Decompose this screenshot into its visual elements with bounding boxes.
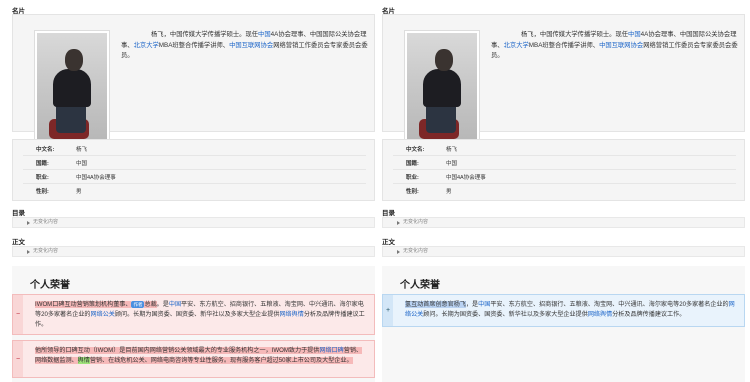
right-pane: 名片 杨飞，中国传媒大学传播学硕士。现任中国4A协会理事、中国国际公关协会理事、… (378, 0, 745, 382)
link-china[interactable]: 中国 (169, 301, 181, 308)
link-china[interactable]: 中国 (258, 31, 271, 38)
link-pr[interactable]: 网络公关 (91, 311, 115, 318)
intro-text: 杨飞，中国传媒大学传播学硕士。现任中国4A协会理事、中国国际公关协会理事、北京大… (121, 31, 368, 59)
expand-triangle-icon (27, 250, 30, 254)
profile-card: 杨飞，中国传媒大学传播学硕士。现任中国4A协会理事、中国国际公关协会理事、北京大… (382, 14, 745, 142)
left-pane: 名片 杨飞，中国传媒大学传播学硕士。现任中国4A协会理事、中国国际公关协会理事、… (8, 0, 375, 382)
info-box: 中文名: 杨飞 国籍: 中国 职业: 中国4A协会理事 性别: 男 (382, 139, 745, 201)
info-row-job: 职业: 中国4A协会理事 (406, 175, 486, 181)
body-label: 正文 (12, 239, 25, 246)
info-row-name: 中文名: 杨飞 (36, 147, 88, 153)
toc-label: 目录 (382, 210, 395, 217)
info-row-gender: 性别: 男 (36, 189, 82, 195)
intro-text: 杨飞，中国传媒大学传播学硕士。现任中国4A协会理事、中国国际公关协会理事、北京大… (491, 31, 738, 59)
diff-removed-1: − IWOM口碑互动营销策划机构董事、 作者 总裁。是中国平安、东方航空、招商银行、… (12, 294, 375, 335)
link-china[interactable]: 中国 (628, 31, 641, 38)
info-row-name: 中文名: 杨飞 (406, 147, 458, 153)
plus-icon: + (383, 295, 393, 326)
link-wom[interactable]: 网络口碑 (319, 347, 344, 354)
expand-triangle-icon (397, 250, 400, 254)
info-row-gender: 性别: 男 (406, 189, 452, 195)
expand-triangle-icon (397, 221, 400, 225)
info-row-job: 职业: 中国4A协会理事 (36, 175, 116, 181)
profile-photo (404, 30, 480, 142)
link-isc[interactable]: 中国互联网协会 (599, 42, 643, 49)
profile-card: 杨飞，中国传媒大学传播学硕士。现任中国4A协会理事、中国国际公关协会理事、北京大… (12, 14, 375, 142)
link-pku[interactable]: 北京大学 (504, 42, 529, 49)
author-tag: 作者 (131, 301, 145, 308)
link-sentiment[interactable]: 网络舆情 (279, 311, 303, 318)
profile-photo (34, 30, 110, 142)
body-label: 正文 (382, 239, 395, 246)
minus-icon: − (13, 341, 23, 377)
body-collapse[interactable]: 无变化内容 (382, 246, 745, 257)
link-sentiment[interactable]: 网络舆情 (588, 311, 612, 318)
info-box: 中文名: 杨飞 国籍: 中国 职业: 中国4A协会理事 性别: 男 (12, 139, 375, 201)
expand-triangle-icon (27, 221, 30, 225)
link-pku[interactable]: 北京大学 (134, 42, 159, 49)
honor-title: 个人荣誉 (400, 280, 440, 291)
info-row-nationality: 国籍: 中国 (36, 161, 88, 167)
info-row-nationality: 国籍: 中国 (406, 161, 458, 167)
honor-title: 个人荣誉 (30, 280, 70, 291)
link-isc[interactable]: 中国互联网协会 (229, 42, 273, 49)
minus-icon: − (13, 295, 23, 334)
body-collapse[interactable]: 无变化内容 (12, 246, 375, 257)
link-china[interactable]: 中国 (478, 301, 490, 308)
toc-collapse[interactable]: 无变化内容 (382, 217, 745, 228)
diff-removed-2: − 他所领导的口碑互动（IWOM）是目前国内网络营销公关领域最大的专业服务机构之… (12, 340, 375, 378)
diff-added-1: + 氢互动首席创意官杨飞，是中国平安、东方航空、招商银行、五粮液、淘宝网、中兴通… (382, 294, 745, 327)
toc-label: 目录 (12, 210, 25, 217)
toc-collapse[interactable]: 无变化内容 (12, 217, 375, 228)
